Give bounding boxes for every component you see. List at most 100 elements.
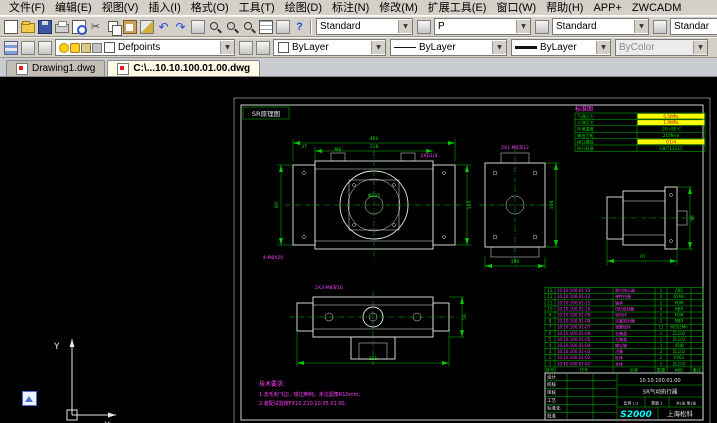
paste-icon[interactable] bbox=[121, 18, 138, 35]
menu-item-11[interactable]: 帮助(H) bbox=[541, 1, 588, 15]
svg-text:轴承: 轴承 bbox=[615, 299, 623, 305]
menu-item-1[interactable]: 编辑(E) bbox=[50, 1, 97, 15]
mini-file-icon bbox=[22, 391, 37, 406]
current-color-chip bbox=[278, 42, 289, 53]
design-center-icon[interactable] bbox=[274, 18, 291, 35]
combo-arrow-icon[interactable]: ▼ bbox=[371, 41, 385, 54]
company-logo: S2000 bbox=[620, 410, 652, 420]
svg-text:1: 1 bbox=[660, 361, 663, 366]
svg-text:G1/4: G1/4 bbox=[666, 139, 676, 144]
print-preview-icon[interactable] bbox=[70, 18, 87, 35]
scale-cell: 比例 1:2 bbox=[624, 401, 639, 406]
svg-text:ZL102: ZL102 bbox=[673, 337, 686, 342]
svg-text:60Si2Mn: 60Si2Mn bbox=[670, 325, 688, 330]
svg-text:165: 165 bbox=[467, 201, 473, 210]
menu-item-9[interactable]: 扩展工具(E) bbox=[423, 1, 492, 15]
bom-table: 序号代号名称数量材料备注1310.10.100.01-13限位指示器1ABS12… bbox=[545, 287, 703, 373]
svg-text:8: 8 bbox=[549, 319, 552, 324]
ucs-y-label: Y bbox=[53, 342, 60, 352]
svg-text:45钢: 45钢 bbox=[674, 342, 683, 348]
menu-item-3[interactable]: 插入(I) bbox=[143, 1, 185, 15]
menu-item-6[interactable]: 绘图(D) bbox=[280, 1, 327, 15]
linetype-combo[interactable]: ByLayer ▼ bbox=[390, 39, 507, 56]
svg-text:ZL102: ZL102 bbox=[673, 349, 686, 354]
svg-text:右端盖: 右端盖 bbox=[615, 330, 627, 336]
color-combo[interactable]: ByLayer ▼ bbox=[273, 39, 386, 56]
svg-text:公称压力: 公称压力 bbox=[577, 119, 594, 126]
redo-icon[interactable] bbox=[172, 18, 189, 35]
cut-icon[interactable] bbox=[87, 18, 104, 35]
menu-item-12[interactable]: APP+ bbox=[588, 1, 626, 15]
tab-2[interactable]: C:\...10.10.100.01.00.dwg bbox=[107, 60, 260, 76]
menu-item-5[interactable]: 工具(T) bbox=[234, 1, 280, 15]
front-view bbox=[277, 139, 471, 259]
layer-combo[interactable]: Defpoints ▼ bbox=[55, 39, 235, 56]
svg-text:10.10.100.01-07: 10.10.100.01-07 bbox=[557, 325, 591, 330]
menu-item-7[interactable]: 标注(N) bbox=[327, 1, 374, 15]
combo-arrow-icon[interactable]: ▼ bbox=[492, 41, 506, 54]
svg-text:2: 2 bbox=[660, 319, 663, 324]
color-value: ByLayer bbox=[292, 42, 329, 53]
pan-realtime-icon[interactable] bbox=[189, 18, 206, 35]
drawing-canvas[interactable]: Y X SR原理图 标准图 气源压力0.5MPa公称压力1. bbox=[0, 77, 717, 423]
plot-icon[interactable] bbox=[53, 18, 70, 35]
menu-item-2[interactable]: 视图(V) bbox=[97, 1, 144, 15]
menu-item-10[interactable]: 窗口(W) bbox=[491, 1, 541, 15]
zoom-previous-icon[interactable] bbox=[240, 18, 257, 35]
new-file-icon[interactable] bbox=[2, 18, 19, 35]
open-file-icon[interactable] bbox=[19, 18, 36, 35]
svg-text:材料: 材料 bbox=[675, 366, 684, 373]
dim-style-combo[interactable]: P ▼ bbox=[434, 18, 531, 35]
menu-item-13[interactable]: ZWCADM bbox=[627, 1, 687, 15]
svg-text:弹簧组件: 弹簧组件 bbox=[615, 324, 631, 330]
svg-text:弹性挡圈: 弹性挡圈 bbox=[615, 293, 631, 299]
combo-arrow-icon[interactable]: ▼ bbox=[596, 41, 610, 54]
layer-properties-manager-icon[interactable] bbox=[2, 39, 19, 56]
combo-arrow-icon[interactable]: ▼ bbox=[398, 20, 412, 33]
svg-text:输出力矩: 输出力矩 bbox=[577, 132, 594, 139]
dim-style-icon[interactable] bbox=[533, 18, 550, 35]
lineweight-combo[interactable]: ByLayer ▼ bbox=[511, 39, 611, 56]
undo-icon[interactable] bbox=[155, 18, 172, 35]
svg-text:备注: 备注 bbox=[693, 366, 702, 373]
combo-arrow-icon[interactable]: ▼ bbox=[634, 20, 648, 33]
save-icon[interactable] bbox=[36, 18, 53, 35]
table-style-combo[interactable]: Standard ▼ bbox=[552, 18, 649, 35]
layer-tools-icon[interactable] bbox=[36, 39, 53, 56]
menu-item-0[interactable]: 文件(F) bbox=[4, 1, 50, 15]
svg-text:活塞: 活塞 bbox=[615, 348, 623, 354]
mleader-style-combo[interactable]: Standar ▼ bbox=[670, 18, 717, 35]
svg-text:-20~80℃: -20~80℃ bbox=[661, 127, 682, 132]
combo-arrow-icon[interactable]: ▼ bbox=[516, 20, 530, 33]
table-style-icon[interactable] bbox=[651, 18, 668, 35]
menu-item-8[interactable]: 修改(M) bbox=[374, 1, 423, 15]
layer-previous-icon[interactable] bbox=[254, 39, 271, 56]
combo-arrow-icon[interactable]: ▼ bbox=[220, 41, 234, 54]
layer-states-icon[interactable] bbox=[19, 39, 36, 56]
svg-text:70: 70 bbox=[639, 254, 645, 260]
lineweight-sample-icon bbox=[515, 46, 537, 49]
dwg-file-icon bbox=[16, 63, 28, 75]
svg-text:1: 1 bbox=[660, 337, 663, 342]
svg-text:10.10.100.01-12: 10.10.100.01-12 bbox=[557, 294, 591, 299]
copy-icon[interactable] bbox=[104, 18, 121, 35]
svg-text:4: 4 bbox=[660, 306, 663, 311]
zoom-window-icon[interactable] bbox=[223, 18, 240, 35]
help-icon[interactable] bbox=[291, 18, 308, 35]
menu-item-4[interactable]: 格式(O) bbox=[186, 1, 234, 15]
text-style-icon[interactable] bbox=[415, 18, 432, 35]
linetype-sample-icon bbox=[394, 47, 416, 48]
properties-icon[interactable] bbox=[257, 18, 274, 35]
text-style-combo[interactable]: Standard ▼ bbox=[316, 18, 413, 35]
properties-toolbar: Defpoints ▼ ByLayer ▼ ByLayer ▼ ByLayer … bbox=[0, 37, 717, 58]
svg-text:56: 56 bbox=[462, 314, 468, 320]
zoom-realtime-icon[interactable] bbox=[206, 18, 223, 35]
svg-text:设计: 设计 bbox=[547, 373, 556, 380]
make-object-layer-current-icon[interactable] bbox=[237, 39, 254, 56]
svg-text:工艺: 工艺 bbox=[547, 398, 556, 404]
format-painter-icon[interactable] bbox=[138, 18, 155, 35]
svg-text:左端盖: 左端盖 bbox=[615, 336, 627, 342]
tab-1[interactable]: Drawing1.dwg bbox=[6, 60, 105, 76]
svg-text:1.0MPa: 1.0MPa bbox=[663, 120, 679, 125]
svg-text:11: 11 bbox=[547, 300, 553, 305]
